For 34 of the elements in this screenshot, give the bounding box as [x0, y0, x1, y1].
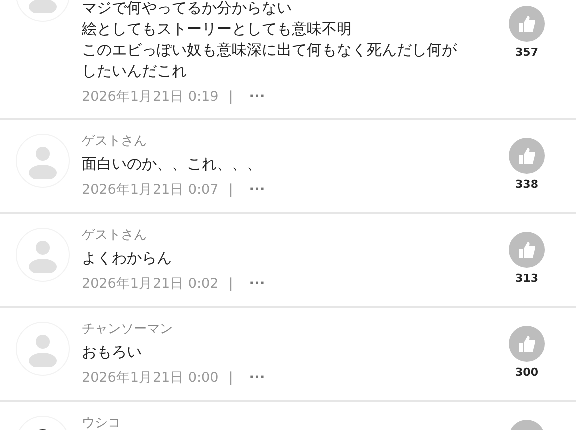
like-count: 313 [516, 272, 538, 285]
user-name: チャンソーマン [82, 321, 174, 338]
user-name: ゲストさん [82, 227, 148, 244]
like-count: 357 [516, 46, 538, 59]
separator-text: | [228, 182, 234, 198]
thumbs-up-icon [517, 334, 537, 354]
like-button[interactable] [509, 138, 545, 174]
comment-text: 面白いのか、、これ、、、 [82, 154, 263, 175]
comment-text: おもろい [82, 342, 143, 363]
user-name: ウシコ [82, 415, 122, 430]
like-button[interactable] [509, 326, 545, 362]
more-button[interactable]: ··· [243, 276, 266, 292]
separator-text: | [228, 276, 234, 292]
like-count: 300 [516, 366, 538, 379]
comment-date: 2026年1月21日 0:02 [82, 275, 219, 293]
comment-date: 2026年1月21日 0:00 [82, 369, 219, 387]
comment-date: 2026年1月21日 0:07 [82, 181, 219, 199]
thumbs-up-icon [517, 240, 537, 260]
like-button[interactable] [509, 232, 545, 268]
comment-date: 2026年1月21日 0:19 [82, 88, 219, 106]
thumbs-up-icon [517, 14, 537, 34]
comment-text: 絵としてもストーリーとしても意味不明 [82, 19, 353, 40]
comment-text: このエビっぽい奴も意味深に出て何もなく死んだし何がしたいんだこれ [82, 40, 458, 82]
user-name: ゲストさん [82, 133, 148, 150]
more-button[interactable]: ··· [243, 89, 266, 105]
more-button[interactable]: ··· [243, 182, 266, 198]
like-button[interactable] [509, 6, 545, 42]
separator-text: | [228, 89, 234, 105]
separator-text: | [228, 370, 234, 386]
like-count: 338 [516, 178, 538, 191]
comment-text: マジで何やってるか分からない [82, 0, 293, 19]
more-button[interactable]: ··· [243, 370, 266, 386]
comment-text: よくわからん [82, 248, 173, 269]
thumbs-up-icon [517, 146, 537, 166]
